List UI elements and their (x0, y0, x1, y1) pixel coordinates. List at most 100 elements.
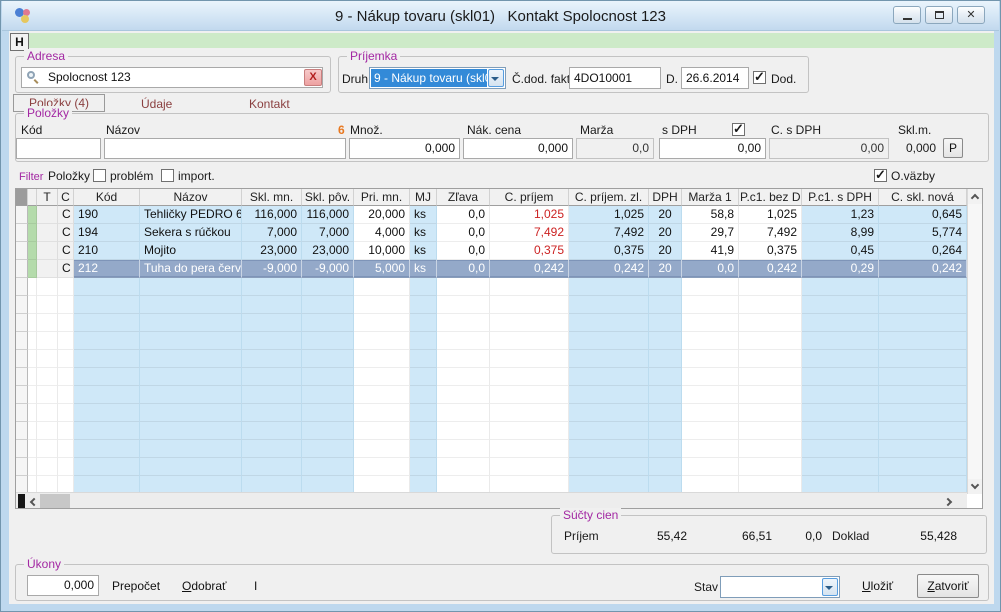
sdph-checkbox[interactable] (732, 123, 745, 136)
table-cell[interactable]: 0,242 (879, 260, 967, 278)
table-cell[interactable]: C (58, 206, 74, 224)
table-cell[interactable]: 5,774 (879, 224, 967, 242)
nazov-input[interactable] (104, 138, 346, 159)
table-cell[interactable]: 7,492 (739, 224, 802, 242)
table-cell[interactable]: 4,000 (354, 224, 410, 242)
table-cell[interactable]: ks (410, 242, 437, 260)
address-input[interactable]: Spolocnost 123 (21, 67, 323, 88)
table-cell[interactable]: 1,23 (802, 206, 879, 224)
mnoz-input[interactable]: 0,000 (349, 138, 460, 159)
table-cell[interactable]: 0,375 (739, 242, 802, 260)
table-cell[interactable]: 210 (74, 242, 140, 260)
table-row[interactable]: C190Tehličky PEDRO 6*7,5116,000116,00020… (16, 206, 982, 224)
table-cell[interactable]: 7,000 (302, 224, 354, 242)
table-cell[interactable]: Sekera s rúčkou (140, 224, 242, 242)
p-button[interactable]: P (943, 138, 963, 158)
kod-input[interactable] (16, 138, 101, 159)
table-cell[interactable]: 0,45 (802, 242, 879, 260)
column-header-Pri. mn.[interactable]: Pri. mn. (354, 189, 410, 206)
table-cell[interactable]: 5,000 (354, 260, 410, 278)
table-cell[interactable]: 23,000 (242, 242, 302, 260)
column-header-Názov[interactable]: Názov (140, 189, 242, 206)
column-header[interactable] (16, 189, 28, 206)
scroll-right-button[interactable] (943, 494, 957, 508)
table-cell[interactable]: 116,000 (242, 206, 302, 224)
ukony-amount-input[interactable]: 0,000 (27, 575, 99, 596)
table-cell[interactable]: Tehličky PEDRO 6*7,5 (140, 206, 242, 224)
table-cell[interactable] (37, 260, 58, 278)
column-header-C. príjem[interactable]: C. príjem (490, 189, 569, 206)
close-button[interactable]: ✕ (957, 6, 985, 24)
table-cell[interactable]: 1,025 (569, 206, 649, 224)
table-cell[interactable]: 116,000 (302, 206, 354, 224)
table-cell[interactable]: 1,025 (490, 206, 569, 224)
table-cell[interactable] (28, 242, 37, 260)
table-cell[interactable] (37, 242, 58, 260)
stav-select[interactable] (720, 576, 840, 598)
ulozit-button[interactable]: Uložiť (862, 579, 893, 593)
i-button[interactable]: I (254, 579, 257, 593)
row-marker[interactable] (16, 206, 28, 224)
column-header-Zľava[interactable]: Zľava (437, 189, 490, 206)
table-cell[interactable]: 0,0 (437, 260, 490, 278)
table-cell[interactable]: ks (410, 224, 437, 242)
table-cell[interactable]: 0,0 (682, 260, 739, 278)
table-cell[interactable]: 0,29 (802, 260, 879, 278)
table-cell[interactable]: ks (410, 260, 437, 278)
import-checkbox[interactable] (161, 169, 174, 182)
table-cell[interactable]: 20 (649, 242, 682, 260)
column-header-P.c1. s DPH[interactable]: P.c1. s DPH (802, 189, 879, 206)
table-cell[interactable]: 20 (649, 224, 682, 242)
table-cell[interactable]: 20,000 (354, 206, 410, 224)
table-cell[interactable]: 20 (649, 260, 682, 278)
table-cell[interactable]: 29,7 (682, 224, 739, 242)
title-bar[interactable]: 9 - Nákup tovaru (skl01) Kontakt Spolocn… (2, 1, 999, 31)
table-cell[interactable]: Mojito (140, 242, 242, 260)
column-header-T[interactable]: T (37, 189, 58, 206)
table-cell[interactable]: 10,000 (354, 242, 410, 260)
column-header-Marža 1[interactable]: Marža 1 (682, 189, 739, 206)
table-row[interactable]: C194Sekera s rúčkou7,0007,0004,000ks0,07… (16, 224, 982, 242)
table-cell[interactable]: -9,000 (302, 260, 354, 278)
scroll-down-button[interactable] (968, 479, 983, 494)
maximize-button[interactable] (925, 6, 953, 24)
row-marker[interactable] (16, 260, 28, 278)
odobrat-button[interactable]: Odobrať (182, 579, 227, 593)
table-row[interactable]: C210Mojito23,00023,00010,000ks0,00,3750,… (16, 242, 982, 260)
dod-checkbox[interactable] (753, 71, 766, 84)
table-cell[interactable]: 0,242 (569, 260, 649, 278)
column-header-C[interactable]: C (58, 189, 74, 206)
table-cell[interactable]: C (58, 260, 74, 278)
splitter-handle[interactable] (18, 494, 25, 508)
table-cell[interactable] (28, 260, 37, 278)
table-cell[interactable]: 190 (74, 206, 140, 224)
prepocet-button[interactable]: Prepočet (112, 579, 160, 593)
column-header-Skl. mn.[interactable]: Skl. mn. (242, 189, 302, 206)
table-cell[interactable]: C (58, 242, 74, 260)
table-cell[interactable]: 7,492 (490, 224, 569, 242)
clear-address-button[interactable]: X (304, 69, 322, 86)
vertical-scrollbar[interactable] (967, 189, 982, 494)
table-cell[interactable]: 1,025 (739, 206, 802, 224)
druh-dropdown-button[interactable] (488, 69, 504, 87)
minimize-button[interactable] (893, 6, 921, 24)
scroll-up-button[interactable] (968, 189, 983, 204)
table-cell[interactable] (28, 206, 37, 224)
table-cell[interactable]: C (58, 224, 74, 242)
column-header-P.c1. bez DPH[interactable]: P.c1. bez DPH (739, 189, 802, 206)
table-cell[interactable]: ks (410, 206, 437, 224)
table-cell[interactable]: 0,375 (490, 242, 569, 260)
column-header[interactable] (28, 189, 37, 206)
column-header-Kód[interactable]: Kód (74, 189, 140, 206)
table-cell[interactable]: 212 (74, 260, 140, 278)
column-header-C. skl. nová[interactable]: C. skl. nová (879, 189, 967, 206)
table-cell[interactable]: 0,242 (490, 260, 569, 278)
scrollbar-thumb[interactable] (40, 494, 70, 508)
table-cell[interactable]: 8,99 (802, 224, 879, 242)
table-cell[interactable]: 20 (649, 206, 682, 224)
table-cell[interactable] (37, 206, 58, 224)
table-cell[interactable]: 194 (74, 224, 140, 242)
table-cell[interactable]: 0,264 (879, 242, 967, 260)
table-cell[interactable] (28, 224, 37, 242)
column-header-MJ[interactable]: MJ (410, 189, 437, 206)
